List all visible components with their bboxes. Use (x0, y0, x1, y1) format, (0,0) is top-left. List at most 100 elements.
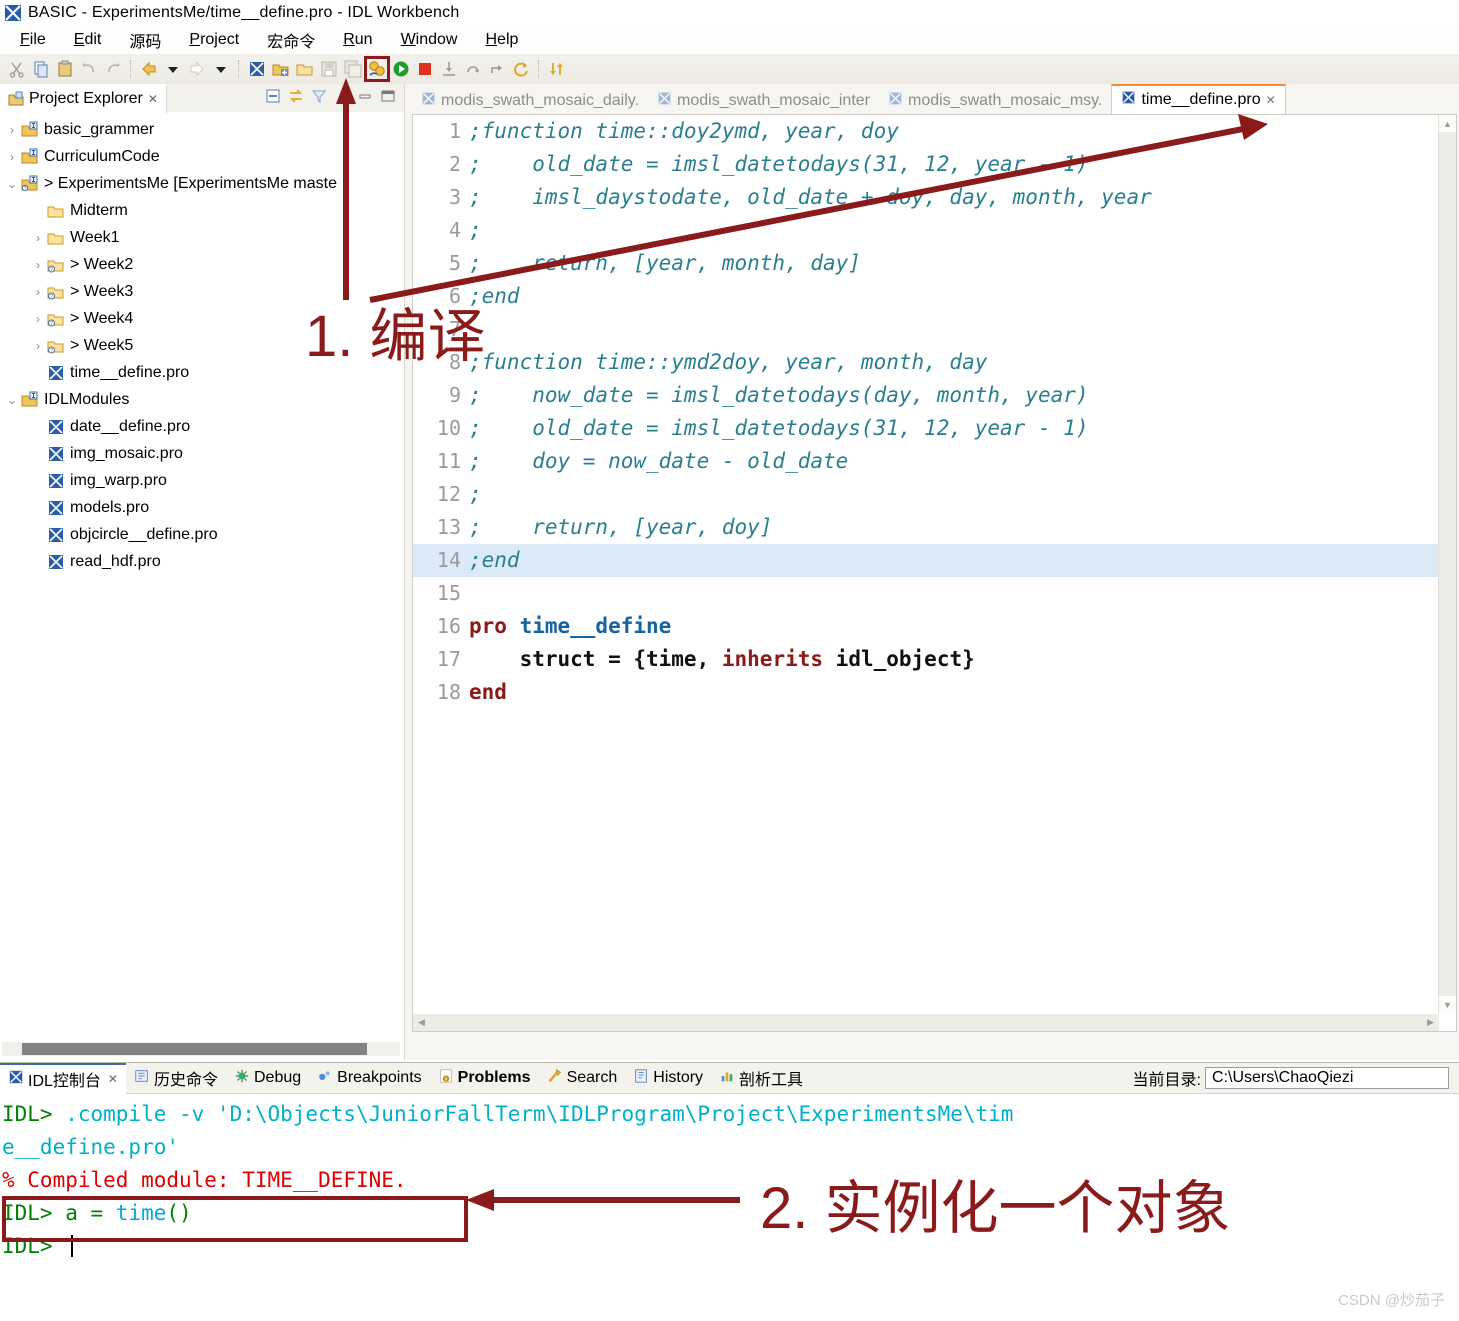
chevron-right-icon[interactable]: › (30, 312, 46, 326)
console-tab[interactable]: Breakpoints (309, 1064, 430, 1093)
code-line[interactable]: 7 (413, 313, 1438, 346)
menu-item-help[interactable]: Help (471, 29, 532, 51)
tree-item[interactable]: objcircle__define.pro (0, 521, 404, 548)
editor-vscroll-track[interactable] (1439, 132, 1456, 996)
code-line[interactable]: 5 ; return, [year, month, day] (413, 247, 1438, 280)
reset-icon[interactable] (510, 58, 532, 80)
console-tab[interactable]: History (625, 1064, 711, 1093)
open-folder-icon[interactable] (294, 58, 316, 80)
chevron-down-icon[interactable]: ⌄ (4, 393, 20, 407)
redo-icon[interactable] (102, 58, 124, 80)
minimize-view-icon[interactable] (357, 88, 373, 108)
menu-item-run[interactable]: Run (329, 29, 386, 51)
tree-item[interactable]: › basic_grammer (0, 116, 404, 143)
editor-tab[interactable]: modis_swath_mosaic_daily. (412, 88, 648, 114)
chevron-right-icon[interactable]: › (4, 150, 20, 164)
tree-item[interactable]: › CurriculumCode (0, 143, 404, 170)
code-line[interactable]: 1 ;function time::doy2ymd, year, doy (413, 115, 1438, 148)
code-line[interactable]: 10 ; old_date = imsl_datetodays(31, 12, y… (413, 412, 1438, 445)
code-line[interactable]: 2 ; old_date = imsl_datetodays(31, 12, ye… (413, 148, 1438, 181)
tree-item[interactable]: models.pro (0, 494, 404, 521)
console-tab[interactable]: 历史命令 (126, 1064, 226, 1093)
step-into-icon[interactable] (438, 58, 460, 80)
collapse-all-icon[interactable] (265, 88, 281, 108)
console-tab[interactable]: IDL控制台 ✕ (0, 1062, 126, 1094)
tab-project-explorer[interactable]: Project Explorer ✕ (0, 83, 167, 113)
code-editor[interactable]: 1 ;function time::doy2ymd, year, doy 2; ol… (413, 115, 1438, 1013)
new-project-icon[interactable] (270, 58, 292, 80)
tree-item[interactable]: img_warp.pro (0, 467, 404, 494)
stop-icon[interactable] (414, 58, 436, 80)
editor-horizontal-scrollbar[interactable]: ◀ ▶ (413, 1014, 1439, 1031)
tree-item[interactable]: ⌄? > ExperimentsMe [ExperimentsMe maste (0, 170, 404, 197)
code-line[interactable]: 11 ; doy = now_date - old_date (413, 445, 1438, 478)
maximize-view-icon[interactable] (380, 88, 396, 108)
chevron-right-icon[interactable]: › (30, 339, 46, 353)
chevron-right-icon[interactable]: › (30, 258, 46, 272)
view-filter-icon[interactable] (311, 88, 327, 108)
code-line[interactable]: 14 ;end (413, 544, 1438, 577)
code-line[interactable]: 8 ;function time::ymd2doy, year, month, d… (413, 346, 1438, 379)
code-line[interactable]: 3 ; imsl_daystodate, old_date + doy, day,… (413, 181, 1438, 214)
console-tab[interactable]: Search (539, 1064, 626, 1093)
run-icon[interactable] (390, 58, 412, 80)
scroll-left-icon[interactable]: ◀ (413, 1014, 430, 1031)
forward-arrow-icon[interactable] (186, 58, 208, 80)
tree-item[interactable]: ›? > Week3 (0, 278, 404, 305)
explorer-scroll-thumb[interactable] (22, 1043, 367, 1055)
code-line[interactable]: 15 (413, 577, 1438, 610)
chevron-right-icon[interactable]: › (30, 231, 46, 245)
code-line[interactable]: 6 ;end (413, 280, 1438, 313)
editor-tab[interactable]: time__define.pro ✕ (1111, 84, 1286, 114)
tree-item[interactable]: time__define.pro (0, 359, 404, 386)
scroll-right-icon[interactable]: ▶ (1422, 1014, 1439, 1031)
menu-item-macro[interactable]: 宏命令 (253, 26, 329, 54)
back-arrow-icon[interactable] (138, 58, 160, 80)
tree-item[interactable]: date__define.pro (0, 413, 404, 440)
save-all-icon[interactable] (342, 58, 364, 80)
close-icon[interactable]: ✕ (1266, 93, 1276, 107)
chevron-down-icon[interactable]: ⌄ (4, 177, 20, 191)
code-line[interactable]: 13 ; return, [year, doy] (413, 511, 1438, 544)
step-return-icon[interactable] (486, 58, 508, 80)
step-over-icon[interactable] (462, 58, 484, 80)
console-tab[interactable]: 剖析工具 (711, 1064, 811, 1093)
editor-tab[interactable]: modis_swath_mosaic_inter (648, 88, 879, 114)
tree-item[interactable]: ›? > Week4 (0, 305, 404, 332)
console-tab[interactable]: ! Problems (430, 1064, 539, 1093)
forward-dropdown-icon[interactable] (210, 58, 232, 80)
undo-icon[interactable] (78, 58, 100, 80)
menu-item-file[interactable]: File (6, 29, 60, 51)
back-dropdown-icon[interactable] (162, 58, 184, 80)
editor-tab[interactable]: modis_swath_mosaic_msy. (879, 88, 1111, 114)
tree-item[interactable]: ›? > Week5 (0, 332, 404, 359)
save-icon[interactable] (318, 58, 340, 80)
menu-item-project[interactable]: Project (175, 29, 253, 51)
tree-item[interactable]: ›? > Week2 (0, 251, 404, 278)
tree-item[interactable]: read_hdf.pro (0, 548, 404, 575)
chevron-right-icon[interactable]: › (4, 123, 20, 137)
close-icon[interactable]: ✕ (108, 1072, 118, 1086)
project-tree[interactable]: › basic_grammer › CurriculumCode ⌄? > Experim… (0, 112, 404, 575)
scroll-up-icon[interactable]: ▲ (1439, 115, 1456, 132)
compile-icon[interactable] (364, 56, 390, 82)
code-line[interactable]: 17 struct = {time, inherits idl_object} (413, 643, 1438, 676)
menu-item-window[interactable]: Window (387, 29, 472, 51)
view-menu-icon[interactable] (334, 88, 350, 108)
code-line[interactable]: 18 end (413, 676, 1438, 709)
code-line[interactable]: 4; (413, 214, 1438, 247)
tree-item[interactable]: ⌄ IDLModules (0, 386, 404, 413)
menu-item-source[interactable]: 源码 (115, 26, 175, 54)
console-tab[interactable]: Debug (226, 1064, 309, 1093)
scroll-down-icon[interactable]: ▼ (1439, 996, 1456, 1013)
explorer-horizontal-scrollbar[interactable] (2, 1042, 400, 1056)
tree-item[interactable]: img_mosaic.pro (0, 440, 404, 467)
profile-icon[interactable] (546, 58, 568, 80)
cut-icon[interactable] (6, 58, 28, 80)
tree-item[interactable]: Midterm (0, 197, 404, 224)
code-line[interactable]: 12; (413, 478, 1438, 511)
tree-item[interactable]: › Week1 (0, 224, 404, 251)
code-line[interactable]: 16 pro time__define (413, 610, 1438, 643)
editor-vertical-scrollbar[interactable]: ▲ ▼ (1438, 115, 1456, 1013)
chevron-right-icon[interactable]: › (30, 285, 46, 299)
